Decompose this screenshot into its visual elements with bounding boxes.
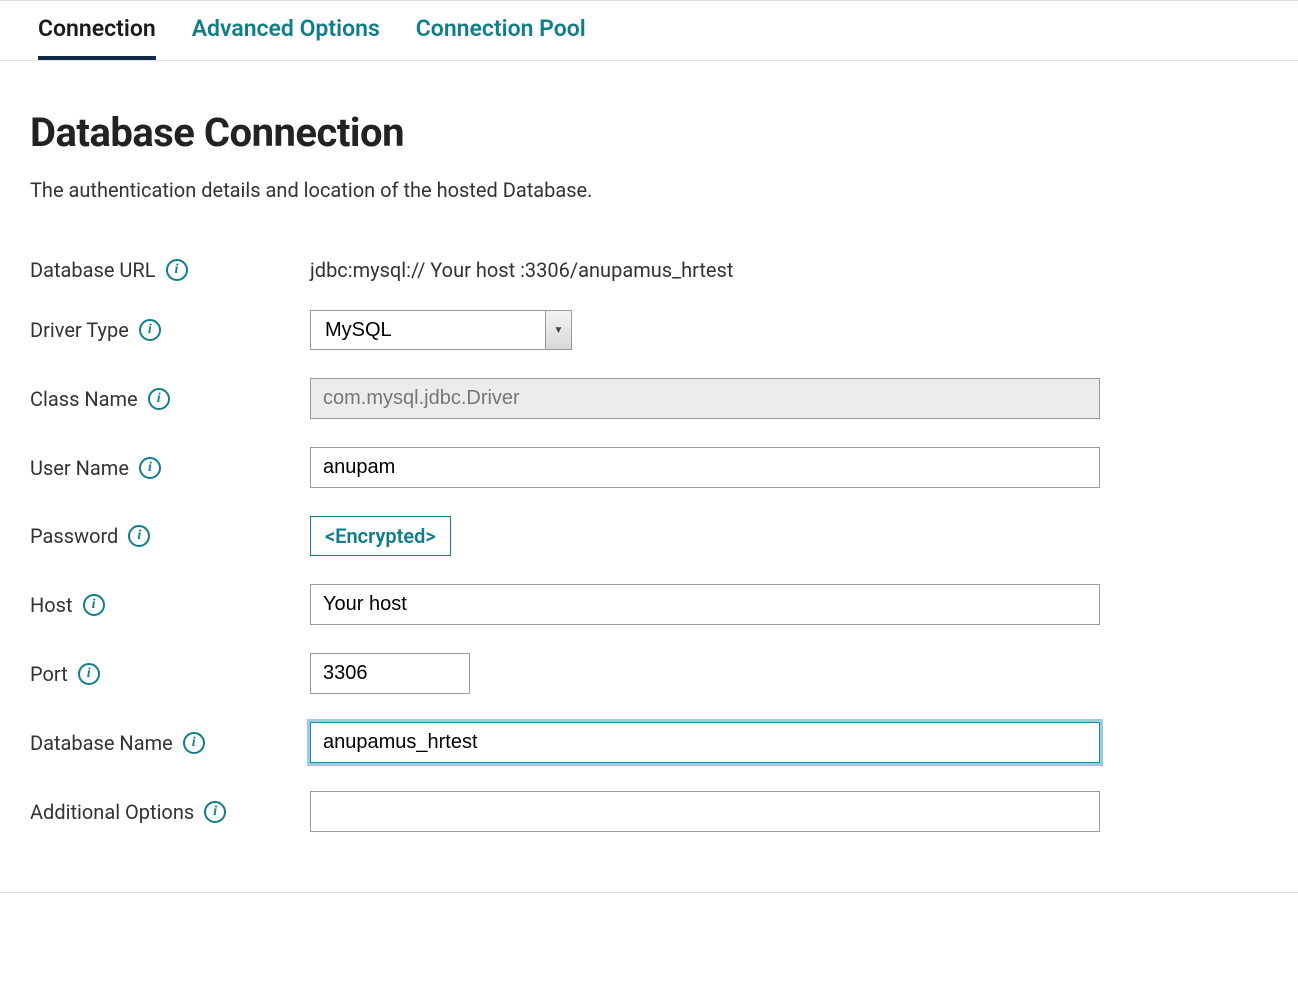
label-database-name: Database Name <box>30 731 173 755</box>
row-additional-options: Additional Options i <box>30 791 1170 832</box>
additional-options-input[interactable] <box>310 791 1100 832</box>
class-name-input <box>310 378 1100 419</box>
label-class-name: Class Name <box>30 387 138 411</box>
row-driver-type: Driver Type i MySQL ▼ <box>30 310 1170 350</box>
label-driver-type: Driver Type <box>30 318 129 342</box>
password-encrypted-button[interactable]: <Encrypted> <box>310 516 451 556</box>
info-icon[interactable]: i <box>128 525 150 547</box>
label-port: Port <box>30 662 68 686</box>
form: Database URL i jdbc:mysql:// Your host :… <box>30 258 1170 832</box>
tab-connection-pool[interactable]: Connection Pool <box>416 15 586 60</box>
label-host: Host <box>30 593 73 617</box>
row-database-name: Database Name i <box>30 722 1170 763</box>
database-url-value: jdbc:mysql:// Your host :3306/anupamus_h… <box>310 258 733 282</box>
page-title: Database Connection <box>30 109 1170 156</box>
user-name-input[interactable] <box>310 447 1100 488</box>
tab-connection[interactable]: Connection <box>38 15 156 60</box>
row-port: Port i <box>30 653 1170 694</box>
label-additional-options: Additional Options <box>30 800 194 824</box>
info-icon[interactable]: i <box>166 259 188 281</box>
port-input[interactable] <box>310 653 470 694</box>
row-user-name: User Name i <box>30 447 1170 488</box>
page-description: The authentication details and location … <box>30 178 1170 202</box>
tab-advanced-options[interactable]: Advanced Options <box>192 15 380 60</box>
row-database-url: Database URL i jdbc:mysql:// Your host :… <box>30 258 1170 282</box>
host-input[interactable] <box>310 584 1100 625</box>
label-database-url: Database URL <box>30 258 156 282</box>
label-password: Password <box>30 524 118 548</box>
info-icon[interactable]: i <box>183 732 205 754</box>
label-user-name: User Name <box>30 456 129 480</box>
row-class-name: Class Name i <box>30 378 1170 419</box>
info-icon[interactable]: i <box>139 319 161 341</box>
row-host: Host i <box>30 584 1170 625</box>
info-icon[interactable]: i <box>78 663 100 685</box>
info-icon[interactable]: i <box>83 594 105 616</box>
info-icon[interactable]: i <box>139 457 161 479</box>
row-password: Password i <Encrypted> <box>30 516 1170 556</box>
driver-type-select[interactable]: MySQL <box>311 311 571 349</box>
tabs-bar: Connection Advanced Options Connection P… <box>0 1 1298 61</box>
info-icon[interactable]: i <box>204 801 226 823</box>
database-name-input[interactable] <box>310 722 1100 763</box>
info-icon[interactable]: i <box>148 388 170 410</box>
